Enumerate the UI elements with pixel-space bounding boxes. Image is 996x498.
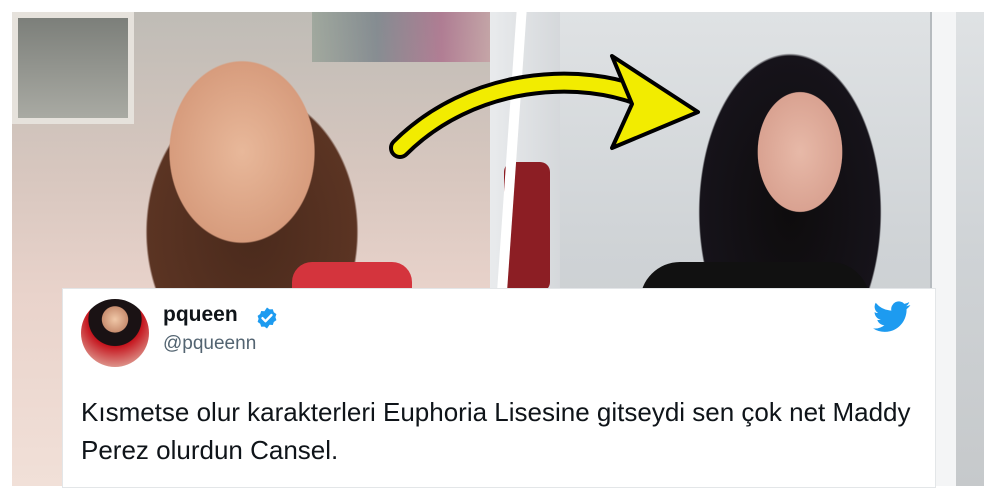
tweet-text: Kısmetse olur karakterleri Euphoria Lise…: [81, 397, 911, 465]
user-handle[interactable]: @pqueenn: [163, 333, 256, 355]
background-window: [12, 12, 134, 124]
avatar[interactable]: [81, 299, 149, 367]
verified-badge-icon: [257, 307, 277, 329]
tweet-card[interactable]: pqueen @pqueenn Kısmetse olur karakterle…: [62, 288, 936, 488]
curved-arrow-icon: [389, 54, 700, 159]
display-name[interactable]: pqueen: [163, 303, 238, 327]
twitter-bird-icon[interactable]: [873, 301, 911, 333]
